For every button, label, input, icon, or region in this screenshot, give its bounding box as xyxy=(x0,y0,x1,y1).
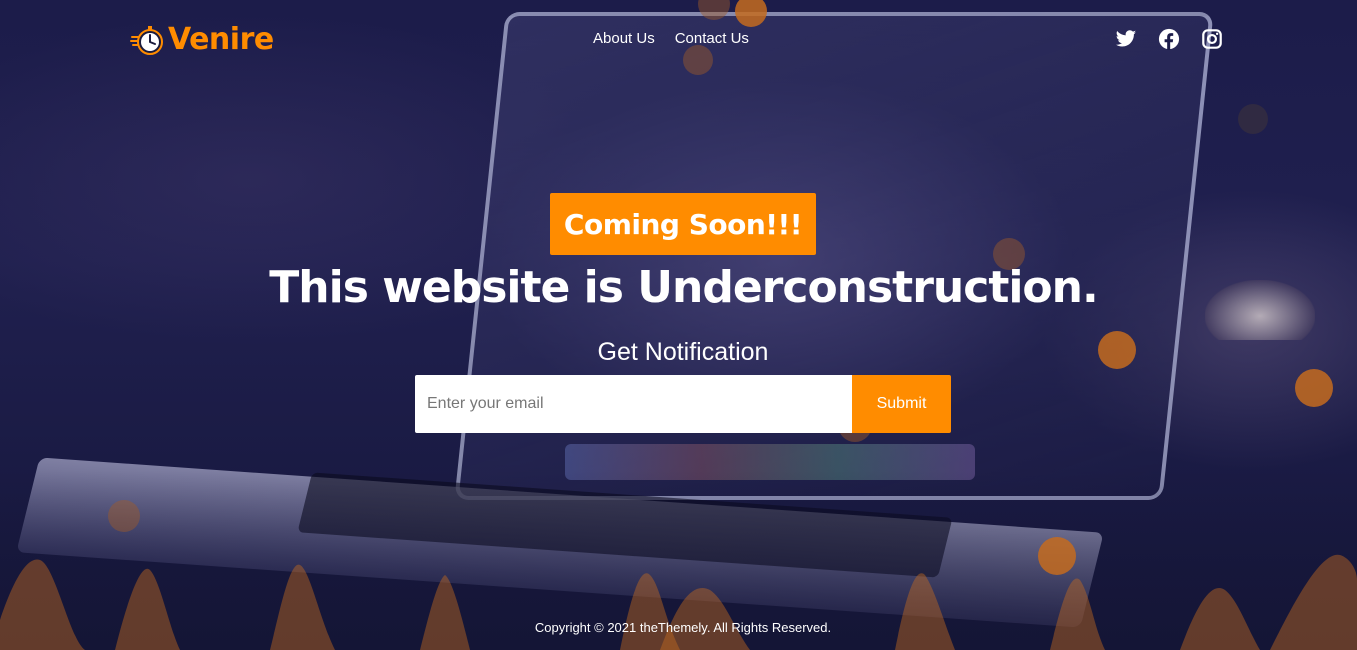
submit-button[interactable]: Submit xyxy=(852,375,951,433)
stopwatch-icon xyxy=(130,23,164,57)
brand-name: Venire xyxy=(168,22,274,57)
floating-bubble xyxy=(1295,369,1333,407)
orange-wave-decoration xyxy=(0,554,1357,650)
social-links xyxy=(1115,28,1223,50)
brand-logo[interactable]: Venire xyxy=(130,22,274,57)
background-image xyxy=(0,0,1357,650)
floating-bubble xyxy=(683,45,713,75)
main-nav: About Us Contact Us xyxy=(593,30,749,47)
instagram-icon[interactable] xyxy=(1201,28,1223,50)
floating-bubble xyxy=(108,500,140,532)
nav-link-about[interactable]: About Us xyxy=(593,30,655,47)
notification-subtitle: Get Notification xyxy=(597,338,769,366)
subscribe-form: Submit xyxy=(415,375,951,433)
email-input[interactable] xyxy=(415,375,852,433)
page-title: This website is Underconstruction. xyxy=(269,262,1098,313)
nav-link-contact[interactable]: Contact Us xyxy=(675,30,749,47)
facebook-icon[interactable] xyxy=(1158,28,1180,50)
twitter-icon[interactable] xyxy=(1115,28,1137,50)
floating-bubble xyxy=(1238,104,1268,134)
copyright-text: Copyright © 2021 theThemely. All Rights … xyxy=(534,620,832,635)
coming-soon-badge: Coming Soon!!! xyxy=(550,193,816,255)
coming-soon-text: Coming Soon!!! xyxy=(563,207,803,241)
